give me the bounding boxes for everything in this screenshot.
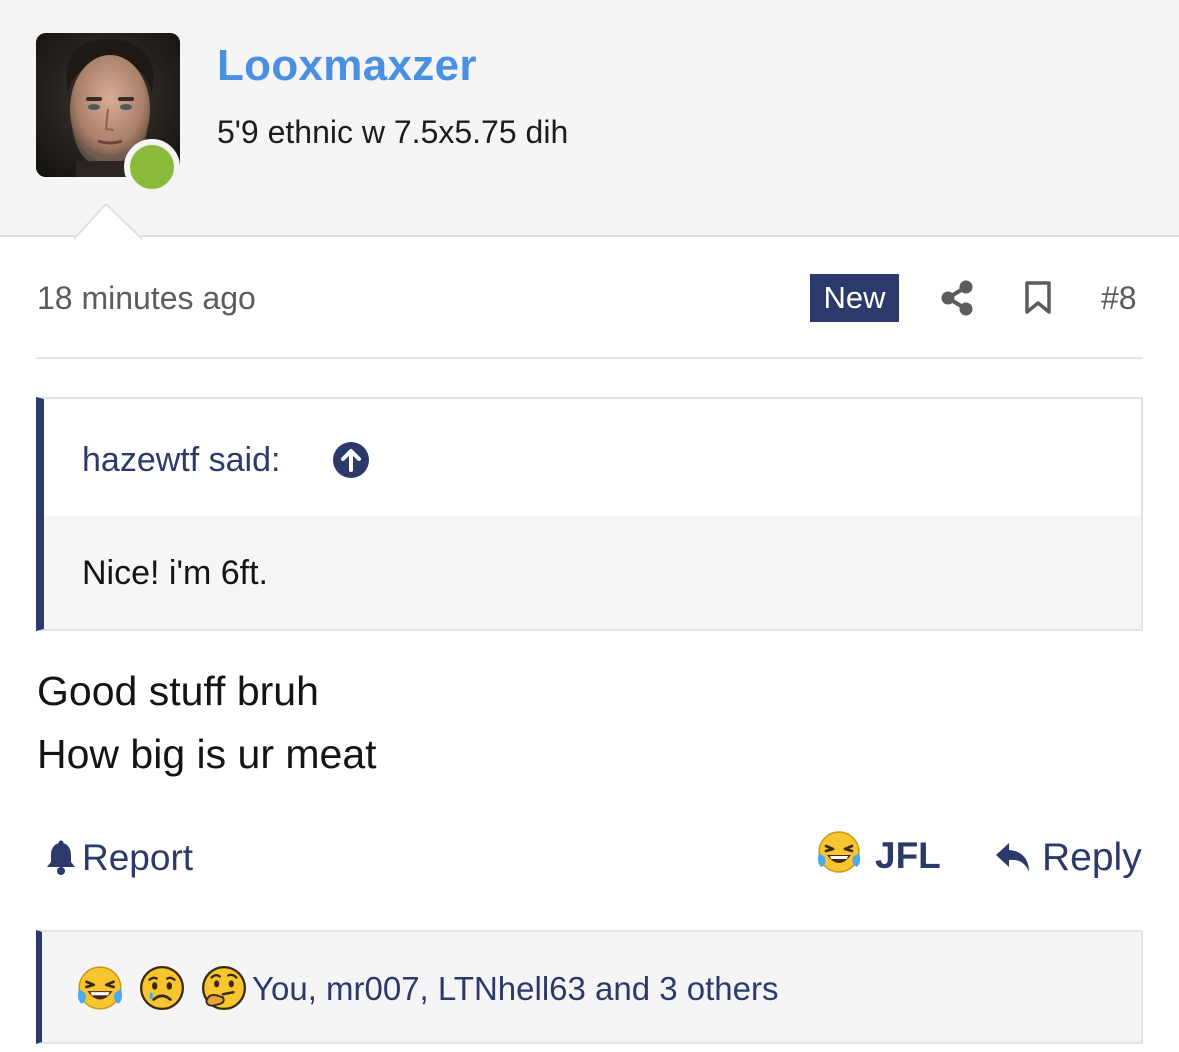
- post-number-link[interactable]: #8: [1101, 278, 1137, 318]
- post-timestamp[interactable]: 18 minutes ago: [37, 278, 256, 318]
- divider: [36, 357, 1143, 359]
- quote-text: Nice! i'm 6ft.: [82, 554, 268, 592]
- message-line: How big is ur meat: [37, 731, 377, 777]
- sad-emoji-icon: [138, 964, 186, 1017]
- online-status-indicator: [124, 139, 180, 195]
- reaction-label: JFL: [875, 835, 941, 876]
- reaction-users-link[interactable]: You, mr007, LTNhell63 and 3 others: [252, 968, 779, 1010]
- thinking-emoji-icon: [200, 964, 248, 1017]
- laughing-crying-emoji-icon: [76, 964, 124, 1017]
- message-line: Good stuff bruh: [37, 668, 319, 714]
- quote-body: Nice! i'm 6ft.: [44, 516, 1141, 629]
- quote-block: hazewtf said: Nice! i'm 6ft.: [36, 397, 1143, 631]
- reply-label: Reply: [1042, 836, 1142, 879]
- reply-button[interactable]: Reply: [994, 836, 1142, 880]
- report-button[interactable]: Report: [44, 836, 193, 880]
- react-jfl-button[interactable]: JFL: [816, 830, 941, 880]
- new-badge: New: [810, 274, 899, 322]
- bookmark-icon[interactable]: [1024, 281, 1052, 315]
- user-title: 5'9 ethnic w 7.5x5.75 dih: [217, 114, 569, 150]
- laughing-crying-emoji-icon: [816, 829, 862, 884]
- reaction-emoji-list: [76, 964, 262, 1017]
- quote-header: hazewtf said:: [44, 399, 1141, 516]
- bell-icon: [47, 840, 75, 875]
- quote-author-link[interactable]: hazewtf said:: [82, 439, 280, 481]
- username-link[interactable]: Looxmaxzer: [217, 40, 477, 92]
- arrow-up-circle-icon[interactable]: [332, 441, 370, 479]
- reply-arrow-icon: [996, 843, 1029, 872]
- reactions-bar[interactable]: You, mr007, LTNhell63 and 3 others: [36, 930, 1143, 1044]
- message-body: Good stuff bruh How big is ur meat: [37, 660, 377, 786]
- report-label: Report: [82, 837, 194, 878]
- share-icon[interactable]: [940, 280, 974, 316]
- user-header: Looxmaxzer 5'9 ethnic w 7.5x5.75 dih: [0, 0, 1179, 240]
